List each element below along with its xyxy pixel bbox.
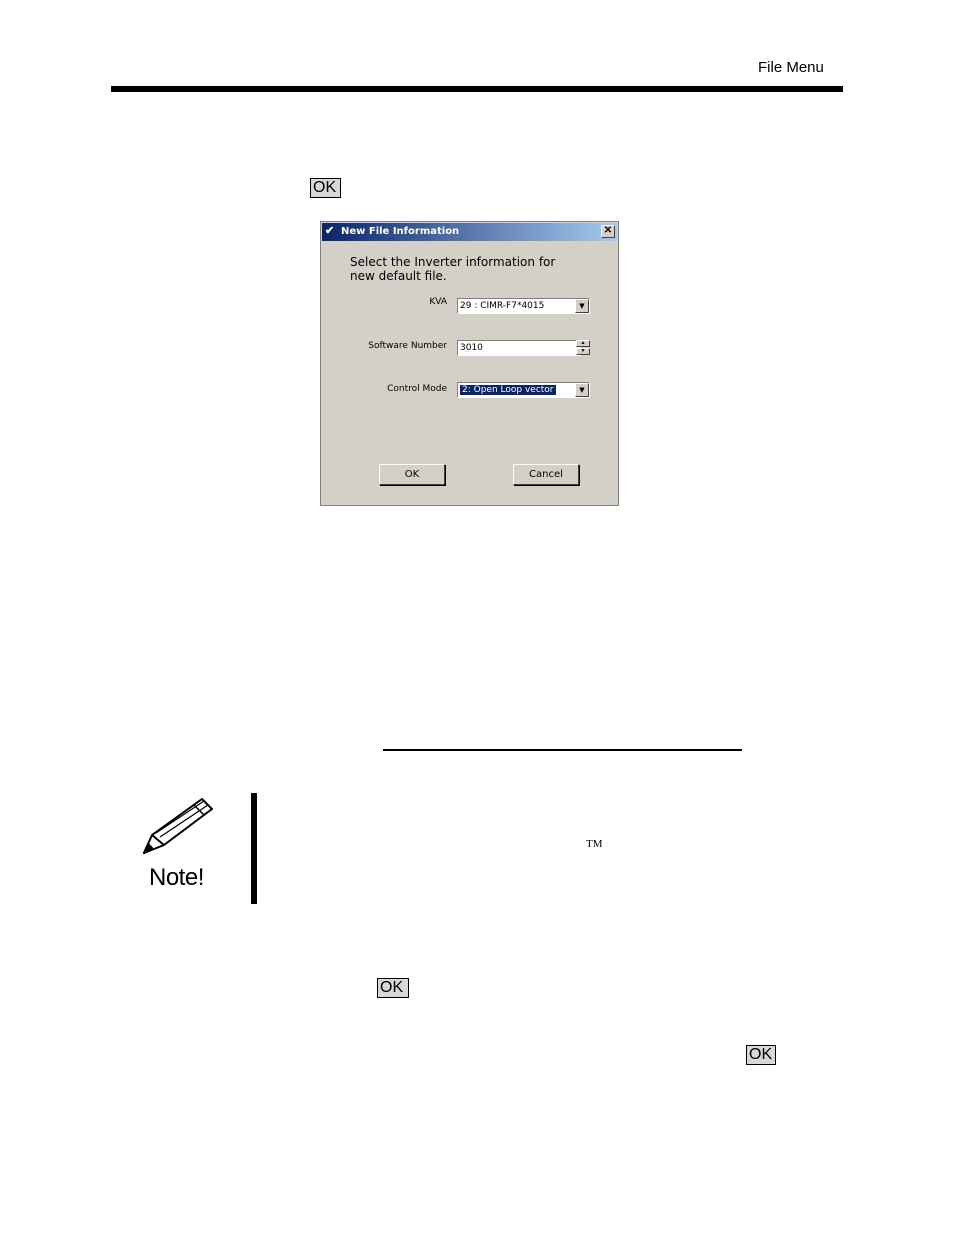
- dialog-ok-button[interactable]: OK: [379, 464, 445, 485]
- chevron-down-icon: ▼: [579, 302, 585, 310]
- kva-select[interactable]: 29 : CIMR-F7*4015 ▼: [457, 298, 590, 314]
- software-number-value: 3010: [460, 343, 483, 353]
- software-number-label: Software Number: [368, 341, 447, 351]
- dialog-title: New File Information: [341, 226, 460, 237]
- kva-label: KVA: [429, 297, 447, 307]
- section-divider: [383, 749, 742, 751]
- ok-button-inline: OK: [310, 178, 341, 198]
- trademark-symbol: TM: [586, 838, 603, 850]
- chevron-down-icon: ▼: [579, 386, 585, 394]
- control-mode-value: 2: Open Loop vector: [460, 385, 556, 395]
- kva-dropdown-button[interactable]: ▼: [575, 299, 589, 313]
- kva-value: 29 : CIMR-F7*4015: [460, 301, 545, 311]
- note-sidebar: [251, 793, 257, 904]
- control-mode-label: Control Mode: [387, 384, 447, 394]
- section-title: File Menu: [758, 59, 824, 76]
- arrow-down-icon: ▼: [580, 348, 586, 354]
- software-number-input[interactable]: 3010: [457, 340, 581, 356]
- control-mode-select[interactable]: 2: Open Loop vector ▼: [457, 382, 590, 398]
- ok-button-inline: OK: [746, 1045, 776, 1065]
- app-icon: ✔: [325, 225, 335, 237]
- dialog-titlebar: ✔ New File Information ✕: [322, 223, 617, 241]
- dialog-cancel-button[interactable]: Cancel: [513, 464, 579, 485]
- spin-down-button[interactable]: ▼: [576, 348, 590, 355]
- spin-up-button[interactable]: ▲: [576, 340, 590, 347]
- close-icon: ✕: [603, 225, 613, 236]
- control-mode-dropdown-button[interactable]: ▼: [575, 383, 589, 397]
- header-divider: [111, 86, 843, 92]
- new-file-information-dialog: ✔ New File Information ✕ Select the Inve…: [320, 221, 619, 506]
- ok-button-inline: OK: [377, 978, 409, 998]
- arrow-up-icon: ▲: [580, 340, 586, 346]
- note-label: Note!: [149, 864, 204, 891]
- dialog-prompt: Select the Inverter information for new …: [350, 255, 556, 283]
- close-button[interactable]: ✕: [601, 225, 615, 238]
- pencil-icon: [140, 795, 216, 862]
